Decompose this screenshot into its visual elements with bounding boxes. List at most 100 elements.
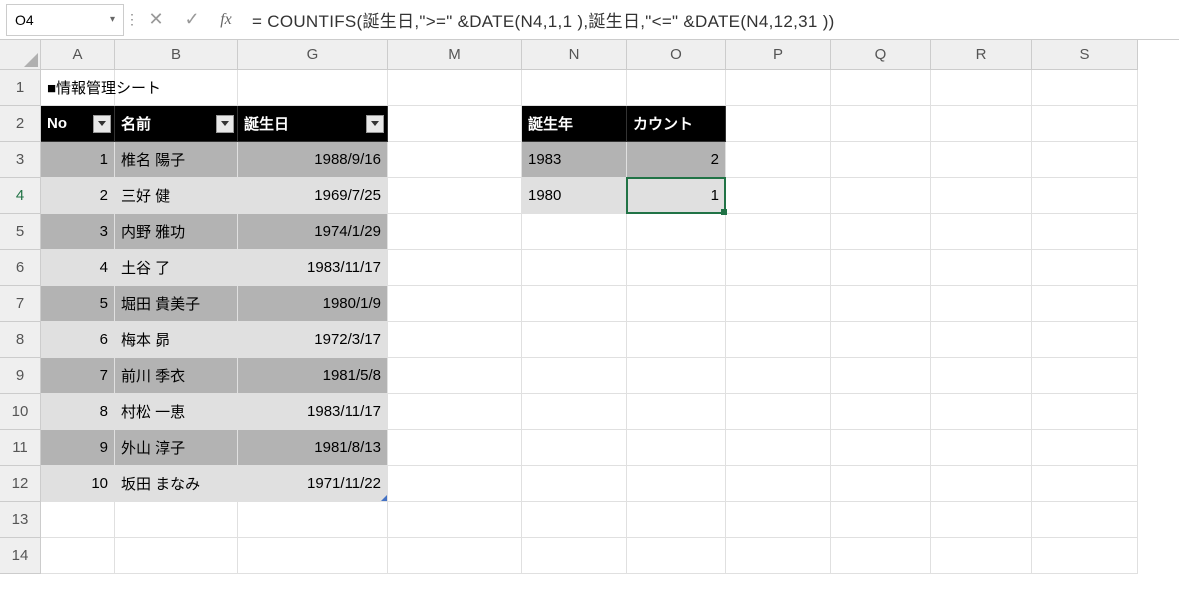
cell[interactable] <box>627 430 726 466</box>
sheet-title[interactable]: ■情報管理シート <box>41 70 115 106</box>
row-header-1[interactable]: 1 <box>0 70 41 106</box>
cell[interactable] <box>726 322 831 358</box>
cell[interactable]: 10 <box>41 466 115 502</box>
row-header-12[interactable]: 12 <box>0 466 41 502</box>
cell[interactable]: 名前 <box>115 106 238 142</box>
cell[interactable] <box>627 538 726 574</box>
cell[interactable] <box>931 142 1032 178</box>
cell[interactable] <box>522 214 627 250</box>
cell[interactable]: 6 <box>41 322 115 358</box>
cell[interactable] <box>388 106 522 142</box>
accept-formula-button[interactable]: ✓ <box>174 4 210 36</box>
cell[interactable]: 1980/1/9 <box>238 286 388 322</box>
cell[interactable] <box>522 250 627 286</box>
cell[interactable] <box>931 106 1032 142</box>
spreadsheet-grid[interactable]: ABGMNOPQRS1■情報管理シート2No名前誕生日誕生年カウント31椎名 陽… <box>0 40 1179 574</box>
cell[interactable] <box>627 466 726 502</box>
cell[interactable] <box>41 502 115 538</box>
cell[interactable] <box>388 394 522 430</box>
col-header-G[interactable]: G <box>238 40 388 70</box>
cell[interactable]: 1981/8/13 <box>238 430 388 466</box>
cell[interactable]: 5 <box>41 286 115 322</box>
select-all-corner[interactable] <box>0 40 41 70</box>
row-header-5[interactable]: 5 <box>0 214 41 250</box>
cell[interactable]: 7 <box>41 358 115 394</box>
cell[interactable] <box>1032 538 1138 574</box>
cell[interactable] <box>627 502 726 538</box>
cell[interactable] <box>388 502 522 538</box>
cell[interactable] <box>831 178 931 214</box>
cell[interactable] <box>388 250 522 286</box>
cell[interactable] <box>726 466 831 502</box>
cell[interactable] <box>115 538 238 574</box>
cell[interactable] <box>831 538 931 574</box>
cell[interactable] <box>522 358 627 394</box>
row-header-14[interactable]: 14 <box>0 538 41 574</box>
cell[interactable] <box>831 358 931 394</box>
name-box[interactable]: O4 ▾ <box>6 4 124 36</box>
col-header-M[interactable]: M <box>388 40 522 70</box>
cell[interactable] <box>522 538 627 574</box>
cell[interactable]: 1969/7/25 <box>238 178 388 214</box>
cell[interactable] <box>627 322 726 358</box>
cell[interactable] <box>726 214 831 250</box>
cell[interactable]: 坂田 まなみ <box>115 466 238 502</box>
cell[interactable] <box>388 430 522 466</box>
name-box-dropdown-icon[interactable]: ▾ <box>110 14 115 25</box>
cell[interactable]: 3 <box>41 214 115 250</box>
cell[interactable] <box>1032 142 1138 178</box>
cell[interactable]: 2 <box>41 178 115 214</box>
cell[interactable]: No <box>41 106 115 142</box>
cell[interactable] <box>115 502 238 538</box>
cell[interactable] <box>831 250 931 286</box>
cell[interactable]: 外山 淳子 <box>115 430 238 466</box>
cell[interactable] <box>388 214 522 250</box>
col-header-N[interactable]: N <box>522 40 627 70</box>
insert-function-button[interactable]: fx <box>210 4 242 36</box>
cell[interactable] <box>238 70 388 106</box>
row-header-8[interactable]: 8 <box>0 322 41 358</box>
cell[interactable]: 1983/11/17 <box>238 250 388 286</box>
cell[interactable]: 2 <box>627 142 726 178</box>
cell[interactable] <box>831 502 931 538</box>
cell[interactable] <box>831 394 931 430</box>
cell[interactable] <box>522 322 627 358</box>
cell[interactable] <box>831 466 931 502</box>
cell[interactable] <box>388 142 522 178</box>
cell[interactable] <box>726 250 831 286</box>
cell[interactable] <box>831 70 931 106</box>
cell[interactable]: カウント <box>627 106 726 142</box>
cell[interactable] <box>931 430 1032 466</box>
cell[interactable]: 1972/3/17 <box>238 322 388 358</box>
cell[interactable] <box>238 538 388 574</box>
cancel-formula-button[interactable]: ✕ <box>138 4 174 36</box>
cell[interactable] <box>931 214 1032 250</box>
cell[interactable] <box>1032 214 1138 250</box>
cell[interactable] <box>388 466 522 502</box>
row-header-2[interactable]: 2 <box>0 106 41 142</box>
cell[interactable] <box>726 394 831 430</box>
cell[interactable] <box>931 322 1032 358</box>
cell[interactable] <box>41 538 115 574</box>
cell[interactable] <box>931 466 1032 502</box>
cell[interactable] <box>831 286 931 322</box>
filter-button[interactable] <box>366 115 384 133</box>
cell[interactable]: 前川 季衣 <box>115 358 238 394</box>
row-header-6[interactable]: 6 <box>0 250 41 286</box>
cell[interactable]: 土谷 了 <box>115 250 238 286</box>
cell[interactable] <box>831 322 931 358</box>
filter-button[interactable] <box>216 115 234 133</box>
cell[interactable] <box>627 214 726 250</box>
formula-bar-grip[interactable]: ⋮ <box>124 4 138 36</box>
cell[interactable] <box>388 322 522 358</box>
cell[interactable] <box>831 142 931 178</box>
cell[interactable] <box>726 358 831 394</box>
col-header-A[interactable]: A <box>41 40 115 70</box>
cell[interactable]: 1974/1/29 <box>238 214 388 250</box>
cell[interactable] <box>726 538 831 574</box>
row-header-13[interactable]: 13 <box>0 502 41 538</box>
cell[interactable]: 1 <box>627 178 726 214</box>
cell[interactable] <box>726 286 831 322</box>
col-header-R[interactable]: R <box>931 40 1032 70</box>
cell[interactable]: 誕生年 <box>522 106 627 142</box>
